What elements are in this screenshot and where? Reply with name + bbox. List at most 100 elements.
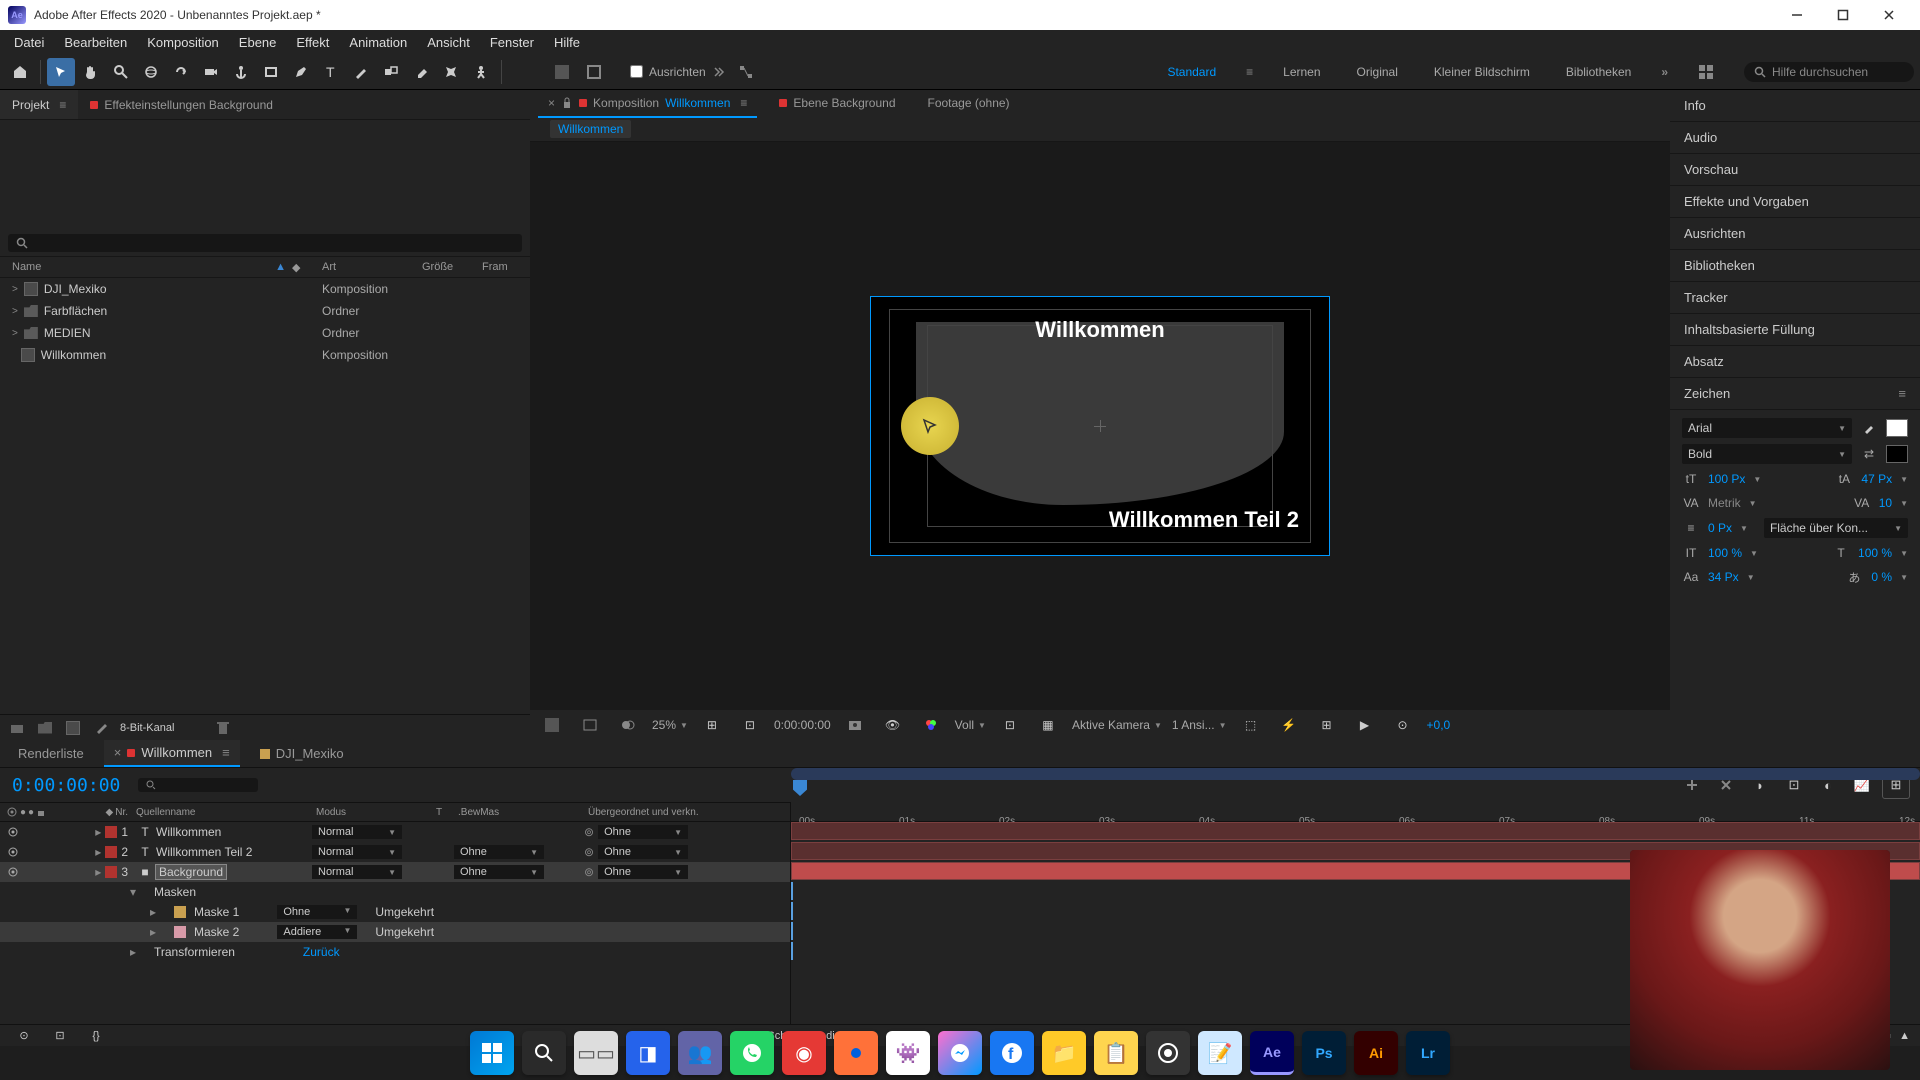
rect-tool[interactable]: [257, 58, 285, 86]
tsume-value[interactable]: 0 %: [1871, 570, 1892, 584]
col-fram[interactable]: Fram: [482, 261, 508, 273]
col-groesse[interactable]: Größe: [422, 261, 482, 273]
taskbar-windows[interactable]: [470, 1031, 514, 1075]
menu-hilfe[interactable]: Hilfe: [544, 35, 590, 50]
col-parent[interactable]: Übergeordnet und verkn.: [584, 807, 744, 818]
workspace-overflow-icon[interactable]: »: [1661, 65, 1668, 79]
views-dropdown[interactable]: 1 Ansi...▼: [1172, 718, 1227, 732]
viewer-tab-composition[interactable]: × Komposition Willkommen ≡: [538, 90, 757, 118]
taskbar-app3[interactable]: 📋: [1094, 1031, 1138, 1075]
vscale-value[interactable]: 100 %: [1708, 546, 1742, 560]
col-art[interactable]: Art: [322, 261, 422, 273]
panel-effekte-und-vorgaben[interactable]: Effekte und Vorgaben: [1670, 186, 1920, 218]
menu-ansicht[interactable]: Ansicht: [417, 35, 480, 50]
baseline-value[interactable]: 34 Px: [1708, 570, 1739, 584]
menu-effekt[interactable]: Effekt: [286, 35, 339, 50]
vf-color-icon[interactable]: [917, 711, 945, 739]
col-t[interactable]: T: [432, 807, 454, 818]
close-button[interactable]: [1866, 0, 1912, 30]
project-item[interactable]: >MEDIENOrdner: [0, 322, 530, 344]
vf-roi-icon[interactable]: ⊡: [996, 711, 1024, 739]
camera-dropdown[interactable]: Aktive Kamera▼: [1072, 718, 1162, 732]
col-quellenname[interactable]: Quellenname: [132, 807, 312, 818]
home-icon[interactable]: [6, 58, 34, 86]
vf-transparency-icon[interactable]: ▦: [1034, 711, 1062, 739]
taskbar-firefox[interactable]: [834, 1031, 878, 1075]
taskbar-aftereffects[interactable]: Ae: [1250, 1031, 1294, 1075]
roto-tool[interactable]: [437, 58, 465, 86]
tab-effekteinstellungen[interactable]: Effekteinstellungen Background: [78, 90, 285, 119]
masks-twirl[interactable]: ▾: [130, 885, 146, 899]
taskbar-taskview[interactable]: ▭▭: [574, 1031, 618, 1075]
font-family-dropdown[interactable]: Arial▼: [1682, 418, 1852, 438]
taskbar-lightroom[interactable]: Lr: [1406, 1031, 1450, 1075]
panel-ausrichten[interactable]: Ausrichten: [1670, 218, 1920, 250]
puppet-tool[interactable]: [467, 58, 495, 86]
vf-time-icon[interactable]: ⊙: [1389, 711, 1417, 739]
tab-projekt[interactable]: Projekt≡: [0, 90, 78, 119]
col-nr[interactable]: Nr.: [115, 807, 128, 818]
fill-swatch[interactable]: [1886, 419, 1908, 437]
transform-twirl[interactable]: ▸: [130, 945, 146, 959]
orbit-tool[interactable]: [137, 58, 165, 86]
layer-row[interactable]: ▸2 TWillkommen Teil 2 Normal▼ Ohne▼ ⊚Ohn…: [0, 842, 790, 862]
taskbar-teams[interactable]: 👥: [678, 1031, 722, 1075]
panel-menu-icon[interactable]: ≡: [59, 98, 66, 112]
comp-breadcrumb[interactable]: Willkommen: [550, 120, 631, 138]
taskbar-whatsapp[interactable]: [730, 1031, 774, 1075]
brush-tool[interactable]: [347, 58, 375, 86]
transform-reset[interactable]: Zurück: [303, 945, 340, 959]
workspace-bibliotheken[interactable]: Bibliotheken: [1560, 65, 1637, 79]
font-weight-dropdown[interactable]: Bold▼: [1682, 444, 1852, 464]
maximize-button[interactable]: [1820, 0, 1866, 30]
viewer-tab-ebene[interactable]: Ebene Background: [769, 90, 905, 118]
clone-tool[interactable]: [377, 58, 405, 86]
panel-bibliotheken[interactable]: Bibliotheken: [1670, 250, 1920, 282]
vf-exposure[interactable]: +0,0: [1427, 718, 1451, 732]
vf-grid-icon[interactable]: ⊡: [736, 711, 764, 739]
workspace-kleiner[interactable]: Kleiner Bildschirm: [1428, 65, 1536, 79]
camera-tool[interactable]: [197, 58, 225, 86]
col-tag[interactable]: ◆: [292, 261, 322, 274]
menu-bearbeiten[interactable]: Bearbeiten: [54, 35, 137, 50]
col-name[interactable]: Name: [12, 261, 41, 273]
taskbar-photoshop[interactable]: Ps: [1302, 1031, 1346, 1075]
vf-show-snapshot-icon[interactable]: 👁: [879, 711, 907, 739]
tracking-value[interactable]: 10: [1879, 496, 1892, 510]
workspace-menu-icon[interactable]: ≡: [1246, 65, 1253, 79]
taskbar-notepad[interactable]: 📝: [1198, 1031, 1242, 1075]
shape-fill-icon[interactable]: [548, 58, 576, 86]
hand-tool[interactable]: [77, 58, 105, 86]
col-visibility-icon[interactable]: [6, 806, 18, 818]
workspace-grid-icon[interactable]: [1692, 58, 1720, 86]
panel-zeichen[interactable]: Zeichen: [1684, 386, 1730, 401]
mask-row[interactable]: ▸Maske 1 Ohne▼ Umgekehrt: [0, 902, 790, 922]
minimize-button[interactable]: [1774, 0, 1820, 30]
taskbar-obs[interactable]: [1146, 1031, 1190, 1075]
menu-fenster[interactable]: Fenster: [480, 35, 544, 50]
taskbar-widgets[interactable]: ◨: [626, 1031, 670, 1075]
resolution-dropdown[interactable]: Voll▼: [955, 718, 986, 732]
rotate-tool[interactable]: [167, 58, 195, 86]
vf-timecode[interactable]: 0:00:00:00: [774, 718, 831, 732]
stroke-value[interactable]: 0 Px: [1708, 521, 1732, 535]
help-search[interactable]: Hilfe durchsuchen: [1744, 62, 1914, 82]
vf-pixel-icon[interactable]: ⊞: [1313, 711, 1341, 739]
project-item[interactable]: >FarbflächenOrdner: [0, 300, 530, 322]
transform-label[interactable]: Transformieren: [154, 945, 235, 959]
timecode-display[interactable]: 0:00:00:00: [12, 775, 120, 796]
vf-channel-icon[interactable]: [576, 711, 604, 739]
snap-option-icon[interactable]: [732, 58, 760, 86]
swap-icon[interactable]: ⇄: [1860, 445, 1878, 463]
vf-mask-icon[interactable]: [614, 711, 642, 739]
selection-tool[interactable]: [47, 58, 75, 86]
shape-stroke-icon[interactable]: [580, 58, 608, 86]
stroke-swatch[interactable]: [1886, 445, 1908, 463]
taskbar-app2[interactable]: 👾: [886, 1031, 930, 1075]
zeichen-menu-icon[interactable]: ≡: [1898, 386, 1906, 401]
proj-newcomp-icon[interactable]: [64, 719, 82, 737]
leading-value[interactable]: 47 Px: [1861, 472, 1892, 486]
vf-res-icon[interactable]: ⊞: [698, 711, 726, 739]
layer-row[interactable]: ▸1 TWillkommen Normal▼ ⊚Ohne▼: [0, 822, 790, 842]
taskbar-messenger[interactable]: [938, 1031, 982, 1075]
